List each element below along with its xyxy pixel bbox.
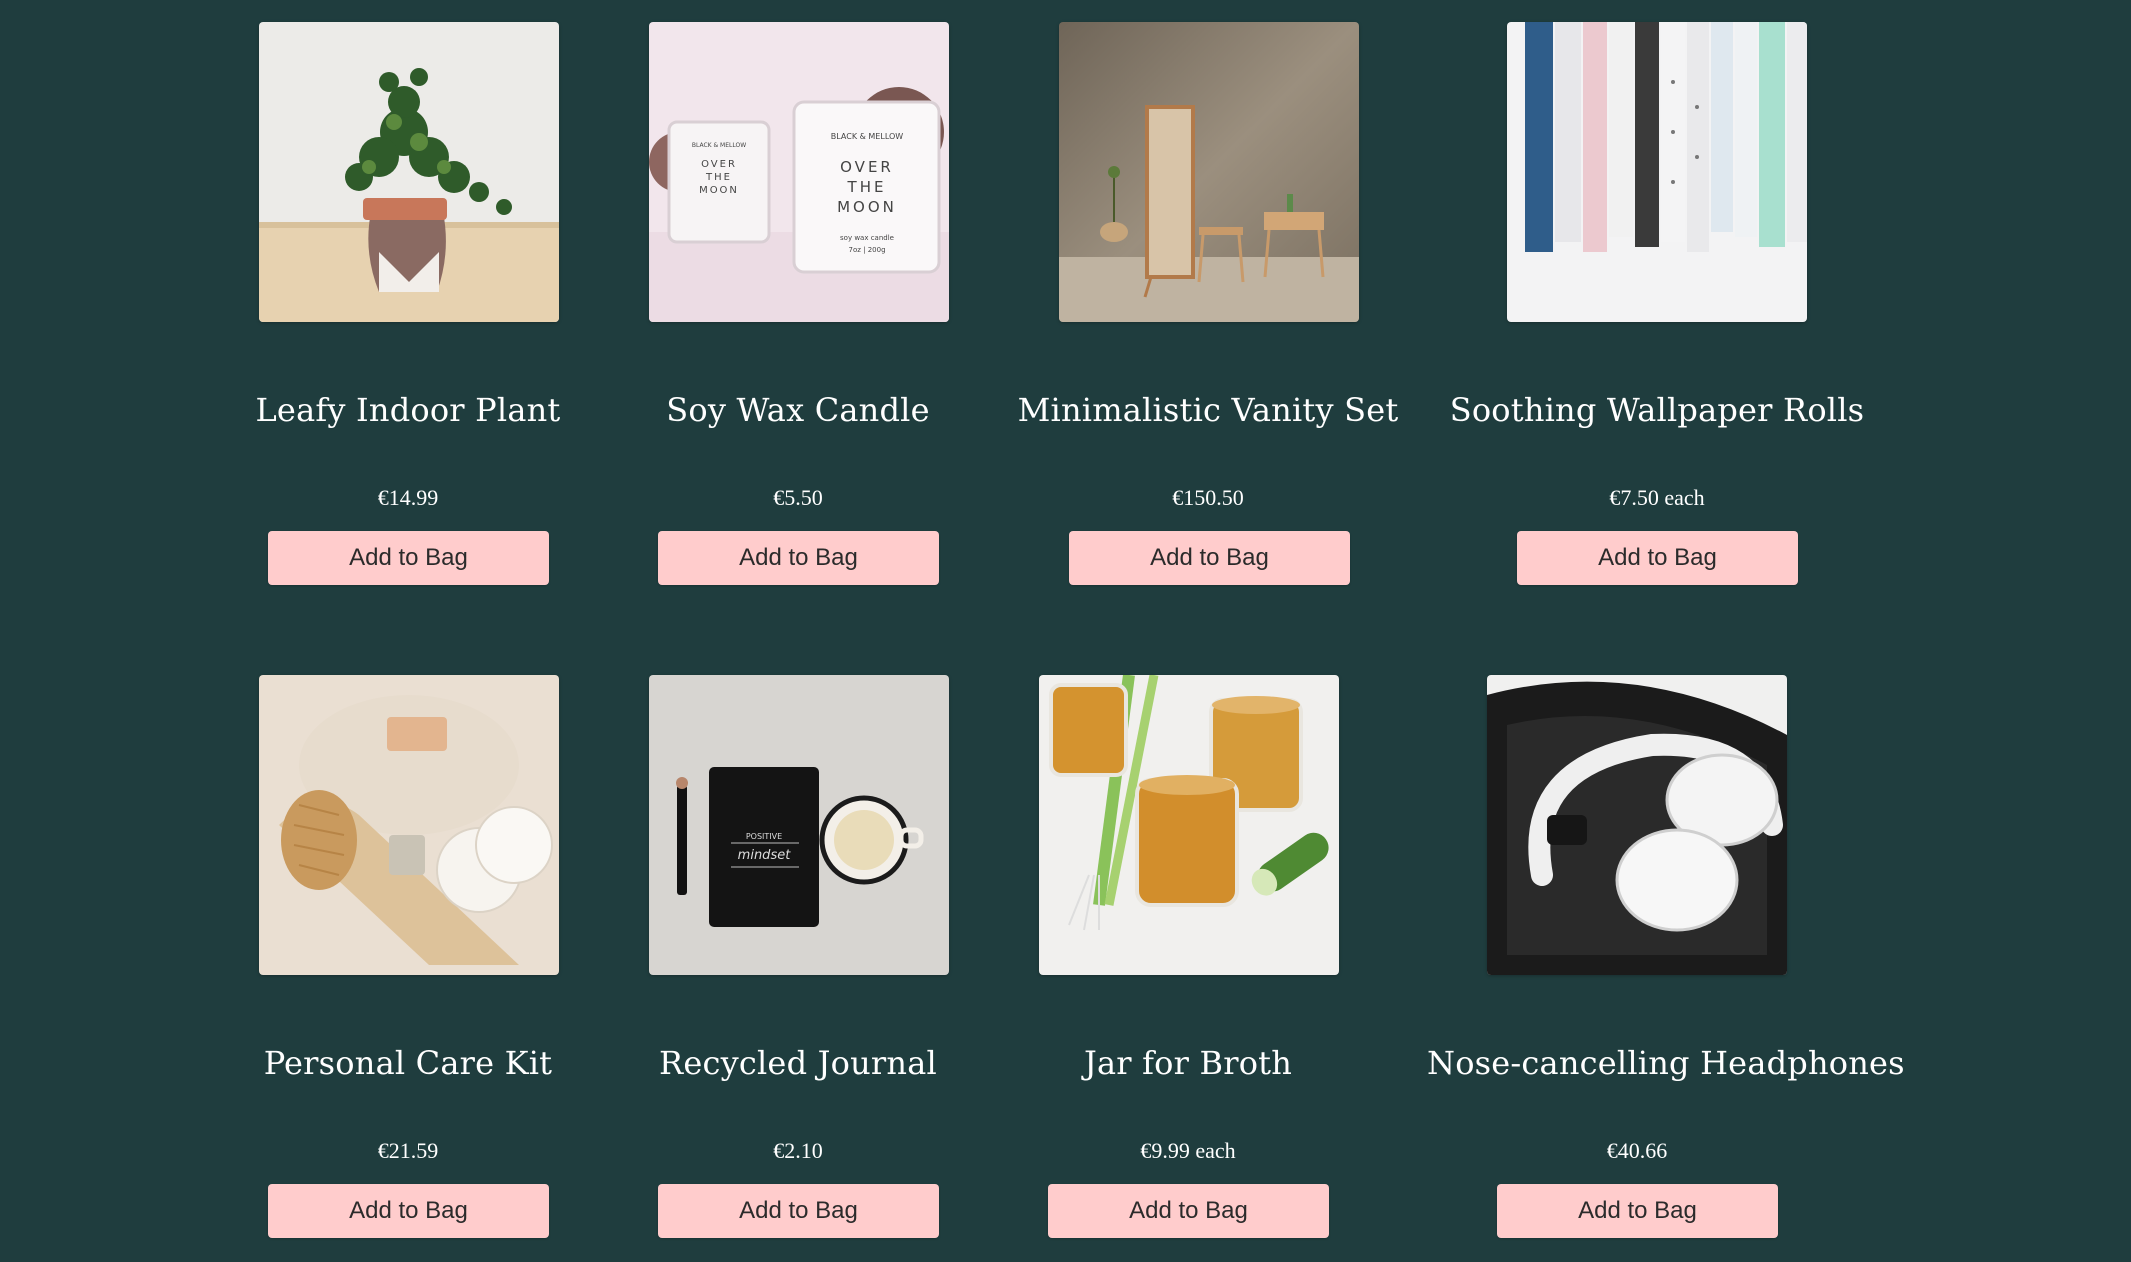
headphones-photo[interactable] bbox=[1487, 675, 1787, 975]
journal-photo[interactable]: POSITIVE mindset bbox=[649, 675, 949, 975]
svg-text:BLACK & MELLOW: BLACK & MELLOW bbox=[831, 132, 904, 141]
product-price: €2.10 bbox=[773, 1138, 823, 1163]
svg-text:OVER: OVER bbox=[701, 159, 737, 170]
add-to-bag-button[interactable]: Add to Bag bbox=[1069, 531, 1350, 585]
product-grid-page: Leafy Indoor Plant €14.99 Add to Bag BLA… bbox=[0, 0, 2131, 1262]
care-kit-photo[interactable] bbox=[259, 675, 559, 975]
product-price: €150.50 bbox=[1172, 485, 1244, 510]
svg-text:mindset: mindset bbox=[738, 848, 792, 863]
svg-text:soy wax candle: soy wax candle bbox=[840, 234, 894, 242]
svg-text:POSITIVE: POSITIVE bbox=[746, 832, 782, 841]
candle-photo[interactable]: BLACK & MELLOW OVER THE MOON soy wax can… bbox=[649, 22, 949, 322]
product-price: €9.99 each bbox=[1140, 1138, 1236, 1163]
add-to-bag-button[interactable]: Add to Bag bbox=[268, 1184, 549, 1238]
product-title: Nose-cancelling Headphones bbox=[1427, 1044, 1905, 1082]
product-title: Soothing Wallpaper Rolls bbox=[1449, 391, 1865, 429]
broth-jar-photo[interactable] bbox=[1039, 675, 1339, 975]
svg-text:THE: THE bbox=[847, 178, 887, 196]
product-price: €40.66 bbox=[1606, 1138, 1668, 1163]
product-title: Jar for Broth bbox=[1083, 1044, 1293, 1082]
add-to-bag-button[interactable]: Add to Bag bbox=[658, 1184, 939, 1238]
add-to-bag-button[interactable]: Add to Bag bbox=[1517, 531, 1798, 585]
add-to-bag-button[interactable]: Add to Bag bbox=[658, 531, 939, 585]
product-title: Minimalistic Vanity Set bbox=[1017, 391, 1399, 429]
wallpaper-photo[interactable] bbox=[1507, 22, 1807, 322]
product-title: Soy Wax Candle bbox=[666, 391, 930, 429]
add-to-bag-button[interactable]: Add to Bag bbox=[1497, 1184, 1778, 1238]
svg-text:BLACK & MELLOW: BLACK & MELLOW bbox=[692, 142, 746, 149]
vanity-photo[interactable] bbox=[1059, 22, 1359, 322]
svg-text:THE: THE bbox=[705, 172, 732, 183]
product-price: €14.99 bbox=[377, 485, 439, 510]
product-price: €5.50 bbox=[773, 485, 823, 510]
product-title: Leafy Indoor Plant bbox=[255, 391, 561, 429]
svg-text:OVER: OVER bbox=[840, 158, 894, 176]
product-title: Personal Care Kit bbox=[263, 1044, 553, 1082]
svg-text:MOON: MOON bbox=[699, 185, 739, 196]
add-to-bag-button[interactable]: Add to Bag bbox=[1048, 1184, 1329, 1238]
product-price: €21.59 bbox=[377, 1138, 439, 1163]
svg-text:7oz | 200g: 7oz | 200g bbox=[848, 246, 885, 254]
add-to-bag-button[interactable]: Add to Bag bbox=[268, 531, 549, 585]
product-title: Recycled Journal bbox=[659, 1044, 937, 1082]
svg-text:MOON: MOON bbox=[837, 198, 897, 216]
product-price: €7.50 each bbox=[1609, 485, 1705, 510]
plant-photo[interactable] bbox=[259, 22, 559, 322]
